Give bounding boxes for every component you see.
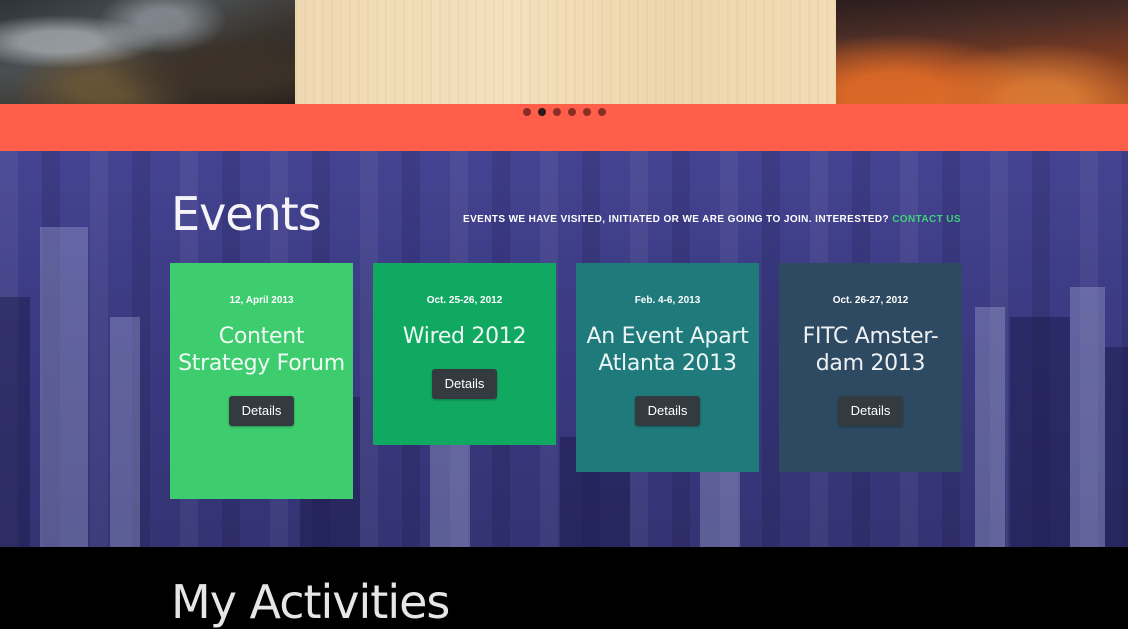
events-heading: Events	[171, 187, 322, 241]
event-date: Feb. 4-6, 2013	[634, 295, 701, 306]
event-date: Oct. 26-27, 2012	[832, 295, 909, 306]
rocky-coast-image	[0, 0, 295, 104]
event-card-an-event-apart: Feb. 4-6, 2013 An Event Apart Atlanta 20…	[576, 263, 759, 472]
events-tagline: EVENTS WE HAVE VISITED, INITIATED OR WE …	[463, 214, 961, 225]
slider-dot-4[interactable]	[567, 108, 576, 116]
event-card-content-strategy-forum: 12, April 2013 Content Strategy Forum De…	[170, 263, 353, 499]
slider-pagination	[0, 104, 1128, 151]
event-name: An Event Apart Atlanta 2013	[586, 324, 749, 376]
sunset-beach-image	[836, 0, 1128, 104]
details-button[interactable]: Details	[431, 369, 498, 399]
events-tagline-text: EVENTS WE HAVE VISITED, INITIATED OR WE …	[463, 214, 889, 225]
wood-texture-image	[295, 0, 836, 104]
event-name: FITC Amster-dam 2013	[802, 324, 939, 376]
event-date: 12, April 2013	[229, 295, 294, 306]
activities-heading: My Activities	[171, 575, 450, 629]
event-card-fitc-amsterdam: Oct. 26-27, 2012 FITC Amster-dam 2013 De…	[779, 263, 962, 472]
details-button[interactable]: Details	[837, 396, 904, 426]
slider-dot-5[interactable]	[582, 108, 591, 116]
slider-dot-2[interactable]	[537, 108, 546, 116]
event-name: Content Strategy Forum	[178, 324, 345, 376]
event-card-wired-2012: Oct. 25-26, 2012 Wired 2012 Details	[373, 263, 556, 445]
slider-dot-6[interactable]	[597, 108, 606, 116]
details-button[interactable]: Details	[228, 396, 295, 426]
events-section: Events EVENTS WE HAVE VISITED, INITIATED…	[0, 151, 1128, 547]
contact-us-link[interactable]: CONTACT US	[892, 214, 961, 225]
event-name: Wired 2012	[402, 324, 527, 349]
event-date: Oct. 25-26, 2012	[426, 295, 503, 306]
slider-images	[0, 0, 1128, 104]
slider-dot-3[interactable]	[552, 108, 561, 116]
details-button[interactable]: Details	[634, 396, 701, 426]
slider-dot-1[interactable]	[522, 108, 531, 116]
